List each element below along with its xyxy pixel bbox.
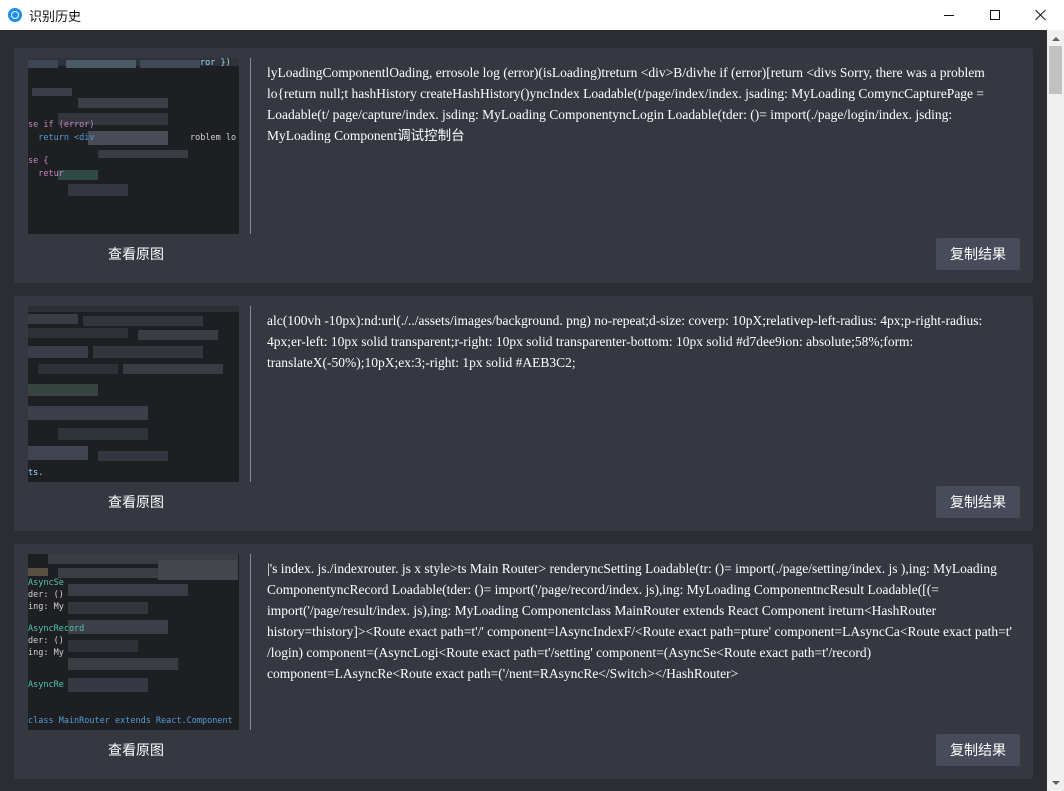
copy-result-button[interactable]: 复制结果	[936, 238, 1020, 270]
chevron-down-icon	[1051, 780, 1060, 785]
code-line: se if (error)	[28, 120, 95, 130]
code-line: class MainRouter extends React.Component…	[28, 716, 239, 726]
code-line: roblem lo	[190, 133, 237, 143]
divider	[250, 306, 251, 482]
chevron-up-icon	[1051, 36, 1060, 41]
original-image-thumbnail[interactable]: AsyncSe der: () ing: My AsyncRecord der:…	[28, 554, 239, 730]
code-line: ing: My	[28, 648, 64, 658]
divider	[250, 58, 251, 234]
vertical-scrollbar[interactable]	[1047, 30, 1064, 791]
maximize-button[interactable]	[972, 0, 1018, 30]
code-line: der: ()	[28, 590, 64, 600]
maximize-icon	[990, 10, 1000, 20]
app-logo-icon	[8, 8, 22, 22]
code-line: ror })	[200, 58, 231, 68]
minimize-icon	[944, 14, 954, 16]
view-original-button[interactable]: 查看原图	[28, 740, 244, 762]
scroll-up-button[interactable]	[1047, 30, 1064, 47]
code-line: AsyncSe	[28, 578, 64, 588]
divider	[250, 554, 251, 730]
view-original-button[interactable]: 查看原图	[28, 492, 244, 514]
code-line: retur	[28, 169, 64, 179]
code-line: se {	[28, 156, 49, 166]
history-card: ts. 查看原图 alc(100vh -10px):nd:url(./../as…	[14, 296, 1033, 531]
view-original-button[interactable]: 查看原图	[28, 244, 244, 266]
original-image-thumbnail[interactable]: ts.	[28, 306, 239, 482]
code-line: der: ()	[28, 636, 64, 646]
recognition-result-text: |'s index. js./indexrouter. js x style>t…	[267, 561, 1012, 681]
close-button[interactable]	[1018, 0, 1064, 30]
code-line: ts.	[28, 468, 44, 478]
copy-result-button[interactable]: 复制结果	[936, 486, 1020, 518]
history-list[interactable]: ror }) se if (error) return <div roblem …	[0, 30, 1047, 791]
code-line: AsyncRecord	[28, 624, 85, 634]
scroll-down-button[interactable]	[1047, 774, 1064, 791]
title-bar: 识别历史	[0, 0, 1064, 30]
copy-result-button[interactable]: 复制结果	[936, 734, 1020, 766]
window-title: 识别历史	[29, 9, 82, 25]
close-icon	[1035, 9, 1047, 21]
minimize-button[interactable]	[926, 0, 972, 30]
history-card: ror }) se if (error) return <div roblem …	[14, 48, 1033, 283]
code-line: AsyncRe	[28, 680, 64, 690]
recognition-result-text: lyLoadingComponentlOading, errosole log …	[267, 65, 985, 143]
history-card: AsyncSe der: () ing: My AsyncRecord der:…	[14, 544, 1033, 779]
recognition-result-text: alc(100vh -10px):nd:url(./../assets/imag…	[267, 313, 983, 370]
scrollbar-thumb[interactable]	[1049, 46, 1062, 94]
code-line: ing: My	[28, 602, 64, 612]
code-line: return <div	[28, 133, 95, 143]
original-image-thumbnail[interactable]: ror }) se if (error) return <div roblem …	[28, 58, 239, 234]
